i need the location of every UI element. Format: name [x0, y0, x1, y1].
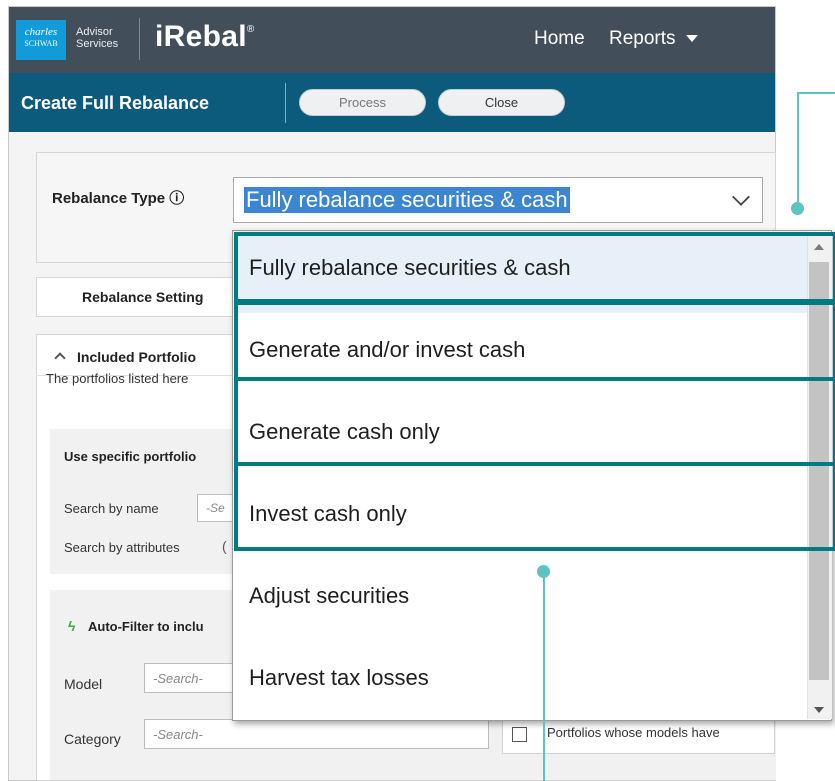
callout-line — [543, 571, 545, 781]
nav-reports-menu[interactable]: Reports — [609, 28, 698, 50]
callout-dot — [791, 202, 804, 215]
models-checkbox-label: Portfolios whose models have — [547, 725, 720, 740]
dropdown-option-label: Harvest tax losses — [249, 665, 429, 690]
chevron-down-icon — [685, 35, 698, 43]
close-button[interactable]: Close — [438, 89, 565, 116]
dropdown-option-label: Adjust securities — [249, 583, 410, 608]
callout-line — [797, 92, 835, 94]
logo-line-1: charles — [24, 26, 58, 38]
advisor-line-1: Advisor — [76, 26, 113, 38]
brand-name: iRebal — [155, 20, 247, 53]
brand-mark: ® — [246, 24, 255, 35]
rebalance-settings-label: Rebalance Setting — [82, 289, 204, 305]
nav-home-link[interactable]: Home — [534, 28, 585, 50]
rebalance-type-label: Rebalance Type ⓘ — [52, 190, 185, 207]
search-by-attributes-label: Search by attributes — [64, 540, 180, 555]
models-checkbox[interactable] — [512, 727, 527, 742]
model-filter-label: Model — [64, 676, 103, 692]
advisor-services-label: Advisor Services — [76, 26, 118, 50]
screenshot-stage: charles SCHWAB Advisor Services iRebal® … — [0, 0, 835, 781]
dropdown-option[interactable]: Harvest tax losses — [233, 641, 809, 720]
highlight-divider — [234, 462, 835, 466]
highlight-divider — [234, 377, 835, 381]
included-portfolios-title: Included Portfolio — [77, 349, 196, 365]
dropdown-option[interactable]: Adjust securities — [233, 559, 809, 641]
chevron-down-icon — [732, 188, 750, 206]
search-by-name-label: Search by name — [64, 501, 159, 516]
header-divider — [285, 83, 286, 123]
scroll-down-icon[interactable] — [814, 707, 824, 713]
schwab-logo: charles SCHWAB — [16, 20, 66, 60]
highlight-box-top — [234, 232, 835, 305]
page-title: Create Full Rebalance — [21, 93, 210, 113]
included-portfolios-description: The portfolios listed here — [46, 371, 189, 386]
advisor-line-2: Services — [76, 38, 119, 50]
category-filter-input[interactable]: -Search- — [144, 719, 489, 749]
rebalance-type-selected-value: Fully rebalance securities & cash — [244, 187, 570, 213]
specific-portfolios-title: Use specific portfolio — [64, 449, 197, 464]
highlight-box-group — [234, 299, 835, 551]
category-filter-label: Category — [64, 731, 121, 747]
rebalance-type-select[interactable]: Fully rebalance securities & cash — [233, 177, 763, 223]
logo-line-2: SCHWAB — [24, 39, 58, 48]
process-button[interactable]: Process — [299, 89, 426, 116]
search-attributes-control[interactable]: ( — [222, 538, 227, 554]
irebal-brand: iRebal® — [155, 20, 255, 54]
callout-dot — [537, 565, 550, 578]
nav-reports-label: Reports — [609, 28, 676, 49]
nav-divider — [139, 18, 140, 60]
callout-line — [797, 92, 799, 208]
lightning-icon: ϟ — [68, 618, 76, 634]
auto-filter-title: Auto-Filter to inclu — [88, 619, 204, 634]
